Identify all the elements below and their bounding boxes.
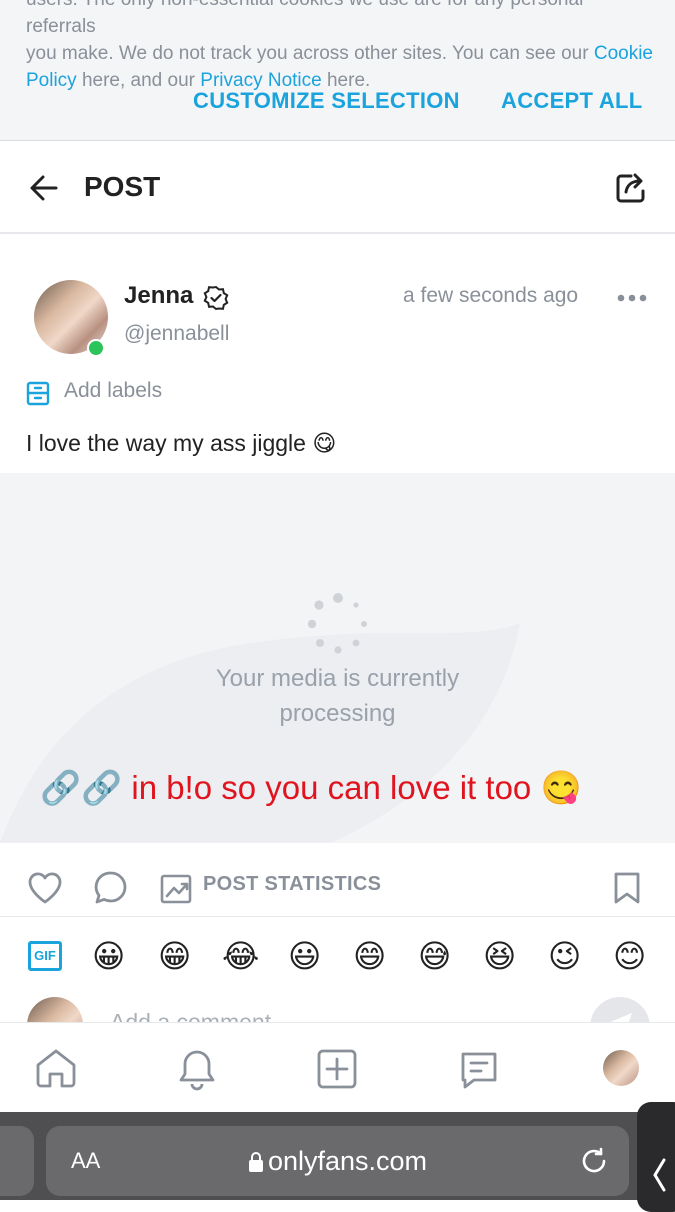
comment-input[interactable]: Add a comment... bbox=[110, 1009, 290, 1023]
processing-line2: processing bbox=[279, 700, 396, 727]
url-text: onlyfans.com bbox=[267, 1146, 428, 1176]
post-header: POST bbox=[0, 141, 675, 234]
promo-overlay-text: 🔗🔗 in b!o so you can love it too 😋 bbox=[40, 769, 640, 808]
send-comment-button[interactable] bbox=[590, 997, 650, 1023]
author-handle[interactable]: @jennabell bbox=[124, 322, 229, 346]
gif-button[interactable]: GIF bbox=[28, 941, 62, 971]
online-status-dot bbox=[87, 339, 105, 357]
author-name[interactable]: Jenna bbox=[124, 282, 193, 310]
cookie-text-line3b: here, and our bbox=[76, 70, 201, 91]
add-labels-button[interactable]: Add labels bbox=[64, 379, 162, 403]
bottom-navigation bbox=[0, 1022, 675, 1113]
customize-selection-button[interactable]: CUSTOMIZE SELECTION bbox=[193, 88, 460, 114]
link-emojis: 🔗🔗 bbox=[40, 769, 123, 806]
url-display[interactable]: onlyfans.com bbox=[46, 1146, 629, 1177]
cookie-text-line1: users. The only non-essential cookies we… bbox=[26, 0, 583, 37]
post-text: I love the way my ass jiggle 😋 bbox=[26, 430, 337, 456]
profile-avatar[interactable] bbox=[603, 1050, 639, 1086]
promo-text: in b!o so you can love it too 😋 bbox=[122, 769, 582, 806]
cookie-text-line2a: you make. We do not track you across oth… bbox=[26, 43, 594, 64]
processing-status: Your media is currently processing bbox=[0, 661, 675, 731]
processing-line1: Your media is currently bbox=[215, 665, 460, 692]
address-bar[interactable]: AA onlyfans.com bbox=[46, 1126, 629, 1196]
verified-badge-icon bbox=[203, 285, 229, 311]
labels-icon[interactable] bbox=[26, 381, 50, 407]
comment-row: Add a comment... bbox=[0, 997, 675, 1023]
cookie-policy-link-2[interactable]: Policy bbox=[26, 70, 77, 91]
accept-all-button[interactable]: ACCEPT ALL bbox=[501, 88, 643, 114]
post-timestamp[interactable]: a few seconds ago bbox=[403, 284, 578, 308]
like-heart-icon[interactable] bbox=[27, 871, 63, 905]
cookie-text-line2: you make. We do not track you across oth… bbox=[26, 40, 656, 67]
cookie-notice-text: users. The only non-essential cookies we… bbox=[26, 0, 656, 94]
post-actions: POST STATISTICS bbox=[0, 844, 675, 917]
send-icon bbox=[608, 1013, 632, 1023]
comment-bubble-icon[interactable] bbox=[93, 870, 129, 906]
emoji-bar: GIF 😀 😁 😂 😃 😄 😅 😆 😉 😊 bbox=[0, 917, 675, 997]
emoji-grinning[interactable]: 😀 bbox=[92, 938, 125, 974]
cookie-policy-link[interactable]: Cookie bbox=[594, 43, 653, 64]
notifications-bell-icon[interactable] bbox=[176, 1047, 218, 1091]
messages-icon[interactable] bbox=[458, 1049, 500, 1091]
browser-toolbar: AA onlyfans.com bbox=[0, 1102, 675, 1212]
emoji-joy[interactable]: 😂 bbox=[222, 938, 259, 974]
media-placeholder[interactable]: Your media is currently processing 🔗🔗 in… bbox=[0, 473, 675, 843]
cookie-banner: users. The only non-essential cookies we… bbox=[0, 0, 675, 141]
emoji-sweat-smile[interactable]: 😅 bbox=[418, 938, 451, 974]
emoji-wink[interactable]: 😉 bbox=[548, 938, 581, 974]
next-tab-edge[interactable] bbox=[637, 1102, 675, 1212]
bookmark-icon[interactable] bbox=[612, 871, 642, 905]
more-options-icon[interactable] bbox=[617, 293, 647, 303]
reload-icon[interactable] bbox=[579, 1146, 609, 1176]
loading-spinner-icon bbox=[307, 593, 367, 654]
previous-tab-edge[interactable] bbox=[0, 1126, 34, 1196]
emoji-blush[interactable]: 😊 bbox=[613, 938, 646, 974]
home-icon[interactable] bbox=[34, 1047, 78, 1089]
emoji-beaming[interactable]: 😁 bbox=[158, 938, 191, 974]
share-icon[interactable] bbox=[613, 170, 649, 206]
post-statistics-button[interactable]: POST STATISTICS bbox=[203, 873, 381, 896]
chevron-left-icon bbox=[653, 1158, 666, 1192]
commenter-avatar bbox=[27, 997, 83, 1023]
emoji-smiley[interactable]: 😃 bbox=[288, 938, 321, 974]
add-post-icon[interactable] bbox=[317, 1049, 357, 1089]
page-title: POST bbox=[84, 171, 161, 202]
post-statistics-icon[interactable] bbox=[160, 872, 192, 904]
emoji-laughing[interactable]: 😆 bbox=[483, 938, 516, 974]
back-arrow-icon[interactable] bbox=[28, 172, 60, 204]
lock-icon bbox=[248, 1152, 263, 1172]
emoji-smile[interactable]: 😄 bbox=[353, 938, 386, 974]
